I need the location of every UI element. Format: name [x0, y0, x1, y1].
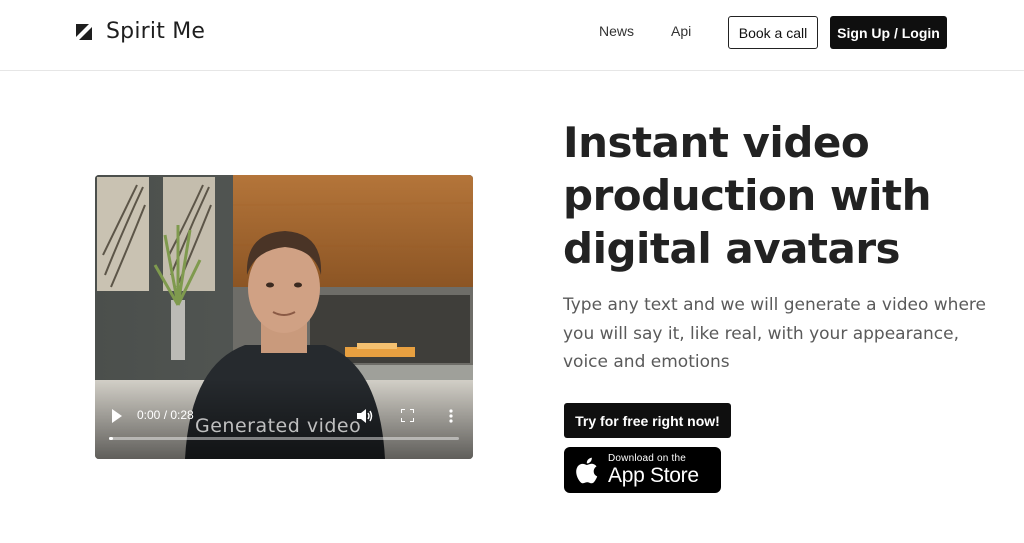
hero-subtitle-line: voice and emotions: [563, 352, 730, 372]
app-store-text: Download on the App Store: [608, 453, 699, 488]
app-store-big-label: App Store: [608, 463, 699, 487]
hero-subtitle-line: Type any text and we will generate a vid…: [563, 295, 986, 315]
hero-title-line: production with: [563, 171, 932, 220]
app-store-badge[interactable]: Download on the App Store: [564, 447, 721, 493]
logo-mark-icon: [76, 23, 92, 40]
hero-title: Instant video production with digital av…: [563, 116, 1003, 275]
app-store-small-label: Download on the: [608, 452, 687, 464]
nav-link-api[interactable]: Api: [671, 23, 691, 39]
apple-icon: [576, 457, 598, 483]
video-player[interactable]: 0:00 / 0:28 Generated video: [95, 175, 473, 459]
fullscreen-icon[interactable]: [401, 409, 414, 422]
video-progress-fill: [109, 437, 114, 440]
brand-name: Spirit Me: [106, 19, 206, 44]
signup-login-button[interactable]: Sign Up / Login: [830, 16, 947, 49]
hero-title-line: digital avatars: [563, 224, 901, 273]
hero-title-line: Instant video: [563, 118, 870, 167]
video-progress-bar[interactable]: [109, 437, 459, 440]
try-free-button[interactable]: Try for free right now!: [564, 403, 731, 438]
hero-subtitle: Type any text and we will generate a vid…: [563, 291, 1003, 377]
play-icon[interactable]: [111, 409, 123, 423]
site-header: Spirit Me News Api Book a call Sign Up /…: [0, 0, 1024, 71]
book-call-button[interactable]: Book a call: [728, 16, 818, 49]
brand-logo[interactable]: Spirit Me: [76, 19, 205, 44]
nav-link-news[interactable]: News: [599, 23, 634, 39]
more-options-icon[interactable]: [449, 409, 453, 423]
video-caption: Generated video: [195, 415, 362, 437]
video-time: 0:00 / 0:28: [137, 408, 194, 422]
hero-subtitle-line: you will say it, like real, with your ap…: [563, 323, 959, 344]
